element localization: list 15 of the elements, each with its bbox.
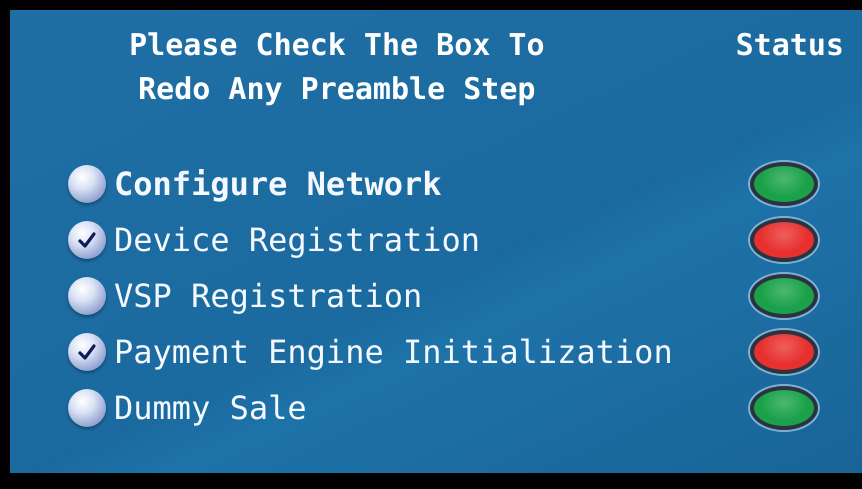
heading-line: Please Check The Box To: [129, 27, 545, 65]
checkbox[interactable]: [68, 277, 106, 315]
step-label: Dummy Sale: [114, 389, 308, 427]
step-label: Payment Engine Initialization: [114, 333, 674, 371]
check-icon: [78, 344, 96, 360]
step-label: Configure Network: [114, 165, 443, 203]
step-label: Device Registration: [114, 221, 482, 259]
checkbox[interactable]: [68, 221, 106, 259]
status-heading: Status: [736, 27, 844, 65]
checkbox[interactable]: [68, 333, 106, 371]
checkbox[interactable]: [68, 165, 106, 203]
step-label: VSP Registration: [114, 277, 424, 315]
checkbox[interactable]: [68, 389, 106, 427]
check-icon: [78, 232, 96, 248]
heading-line: Redo Any Preamble Step: [138, 71, 536, 109]
